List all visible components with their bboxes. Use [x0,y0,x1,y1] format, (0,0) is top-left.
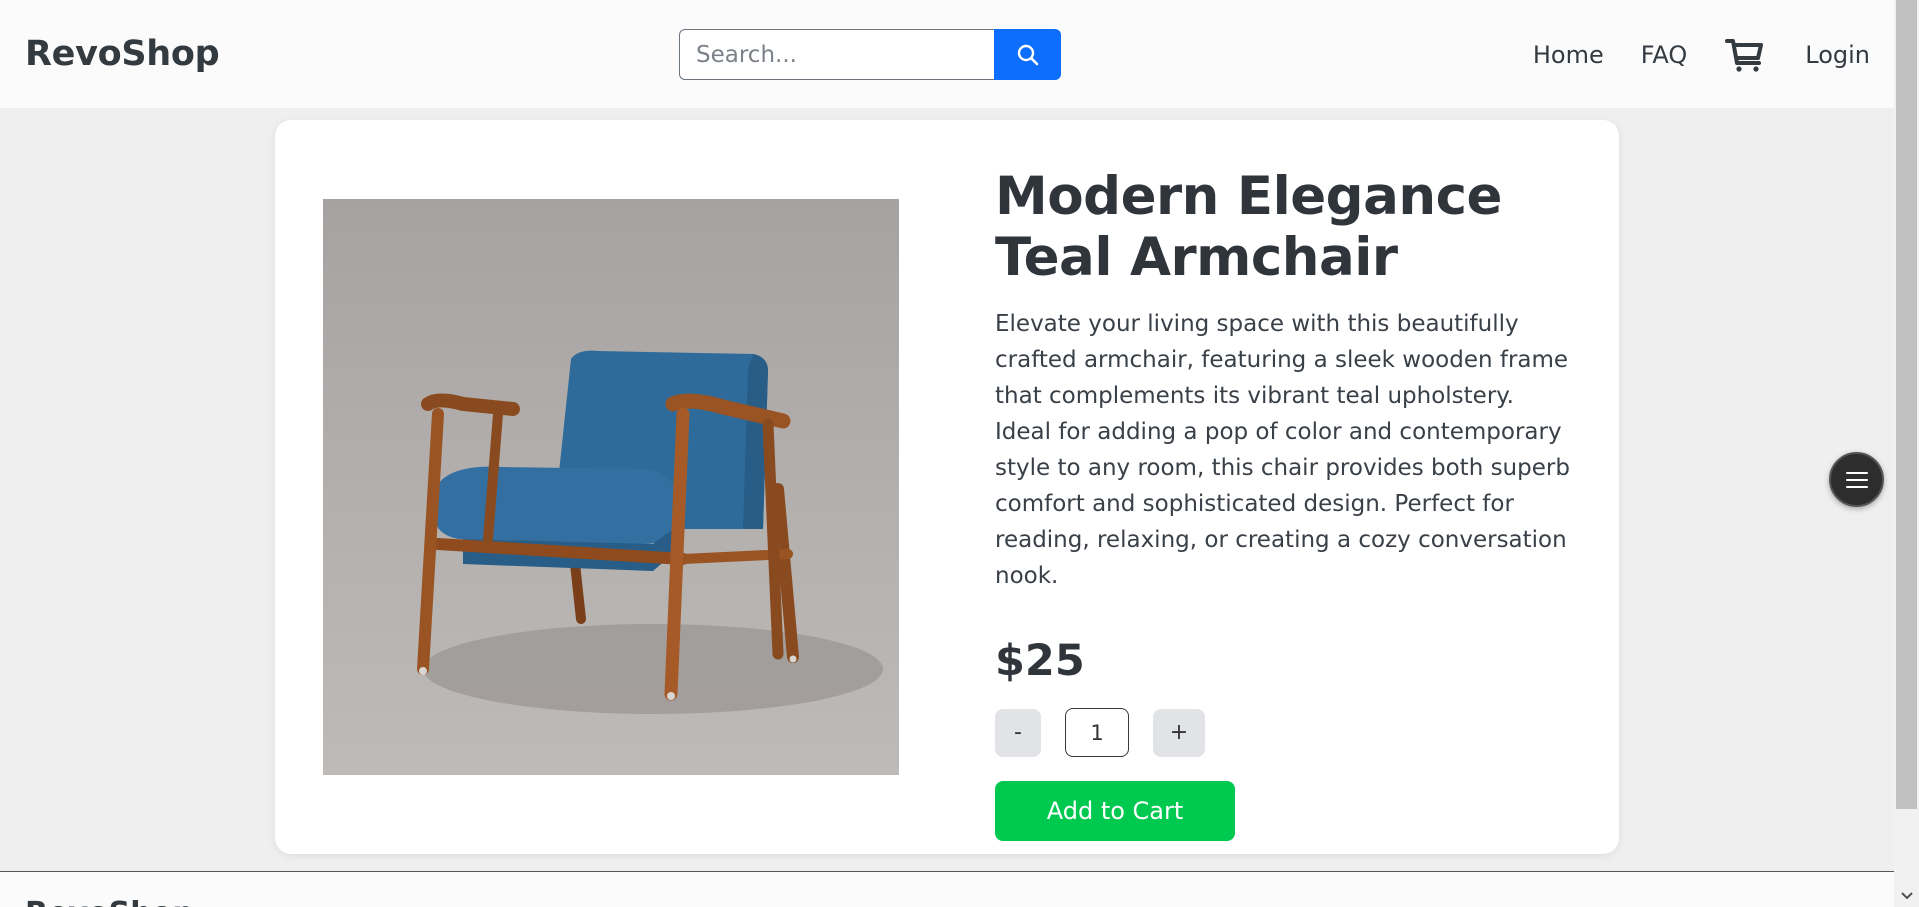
product-description: Elevate your living space with this beau… [995,311,1570,589]
search-icon [1017,44,1038,65]
armchair-illustration [417,350,883,714]
quantity-stepper: - + [995,708,1575,757]
scrollbar-thumb[interactable] [1896,0,1917,809]
menu-icon [1845,471,1868,488]
chevron-down-icon [1900,892,1913,900]
nav-links: Home FAQ Login [1496,32,1870,77]
nav-home[interactable]: Home [1533,41,1604,69]
page-scrollbar[interactable] [1894,0,1919,907]
search-form [679,29,1061,80]
footer-brand: RevoShop [25,896,194,907]
floating-menu-button[interactable] [1829,452,1884,507]
product-details: Modern Elegance Teal Armchair Elevate yo… [995,166,1575,841]
increment-button[interactable]: + [1153,708,1205,757]
product-card: Modern Elegance Teal Armchair Elevate yo… [275,120,1619,854]
search-input[interactable] [679,29,994,80]
nav-faq[interactable]: FAQ [1641,41,1688,69]
nav-login[interactable]: Login [1805,41,1870,69]
decrement-button[interactable]: - [995,708,1041,757]
product-title: Modern Elegance Teal Armchair [995,166,1502,288]
footer: RevoShop [0,871,1894,907]
cart-button[interactable] [1725,37,1765,73]
add-to-cart-button[interactable]: Add to Cart [995,781,1235,841]
product-price: $25 [995,636,1085,686]
navbar: RevoShop Home FAQ Login [0,0,1894,108]
scroll-down-arrow[interactable] [1894,885,1919,907]
quantity-input[interactable] [1065,708,1129,757]
page: RevoShop Home FAQ Login [0,0,1894,907]
cart-icon [1725,38,1764,72]
product-image [323,199,899,775]
brand-logo[interactable]: RevoShop [25,34,220,74]
search-button[interactable] [994,29,1061,80]
